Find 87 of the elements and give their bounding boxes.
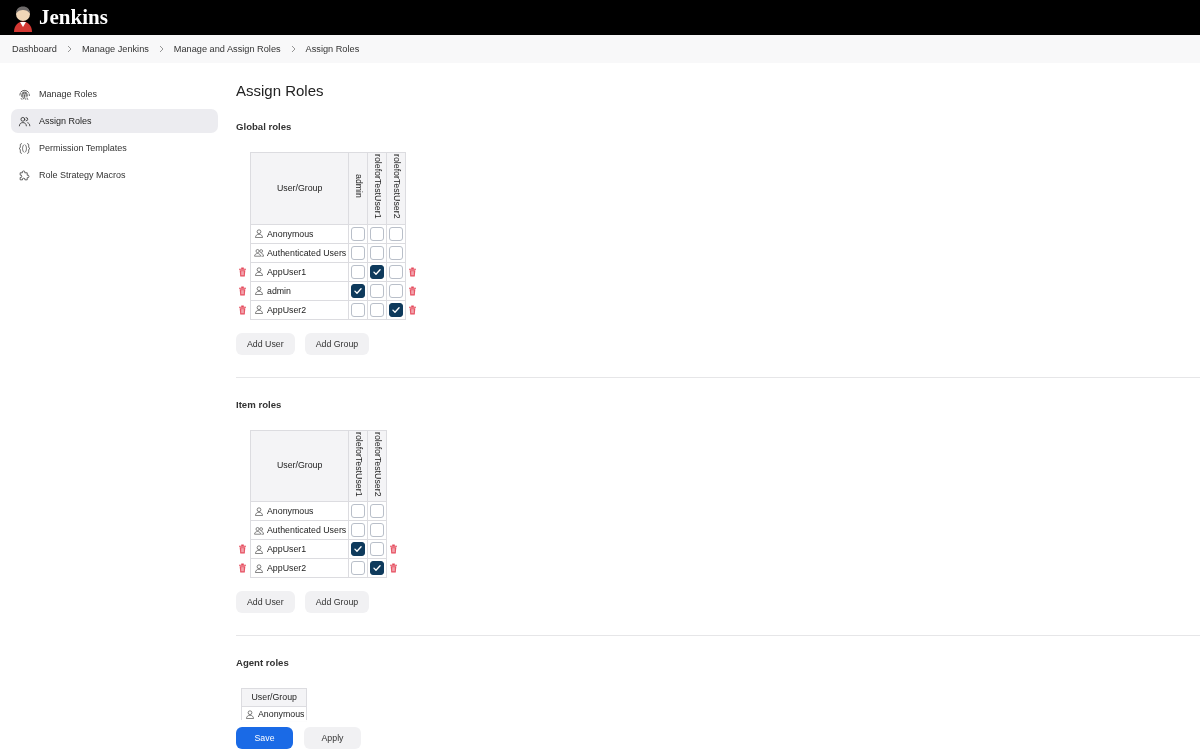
column-header: User/Group	[250, 430, 349, 502]
trash-icon[interactable]	[389, 544, 399, 555]
section-title: Agent roles	[236, 656, 290, 671]
checkbox[interactable]	[370, 264, 385, 279]
add-user-button[interactable]: Add User	[236, 591, 295, 614]
checkbox[interactable]	[389, 302, 404, 317]
section-title: Global roles	[236, 120, 293, 134]
user-name: AppUser1	[267, 543, 307, 556]
checkbox[interactable]	[370, 245, 385, 260]
person-icon	[254, 229, 264, 239]
breadcrumb-link[interactable]: Assign Roles	[305, 44, 360, 54]
checkbox[interactable]	[351, 561, 366, 576]
check-icon	[373, 268, 382, 275]
add-group-button[interactable]: Add Group	[304, 332, 370, 355]
apply-button[interactable]: Apply	[304, 727, 361, 749]
user-name: Authenticated Users	[267, 246, 347, 259]
user-name: AppUser2	[267, 562, 307, 575]
user-name: Anonymous	[258, 708, 305, 721]
check-icon	[373, 565, 382, 572]
checkbox[interactable]	[370, 523, 385, 538]
checkbox[interactable]	[370, 302, 385, 317]
checkbox[interactable]	[370, 226, 385, 241]
breadcrumb-link[interactable]: Manage Jenkins	[81, 44, 149, 54]
trash-icon[interactable]	[238, 563, 247, 574]
trash-icon[interactable]	[389, 563, 399, 574]
checkbox[interactable]	[351, 302, 366, 317]
user-name: AppUser2	[267, 303, 307, 316]
breadcrumb-link[interactable]: Dashboard	[12, 44, 57, 54]
app-title: Jenkins	[39, 5, 108, 30]
trash-icon[interactable]	[408, 266, 418, 277]
trash-icon[interactable]	[238, 544, 247, 555]
trash-icon[interactable]	[238, 285, 247, 296]
sidebar-item[interactable]: Assign Roles	[11, 109, 218, 133]
trash-icon[interactable]	[238, 266, 247, 277]
checkbox[interactable]	[389, 245, 404, 260]
checkbox[interactable]	[389, 283, 404, 298]
checkbox[interactable]	[351, 283, 366, 298]
checkbox[interactable]	[370, 283, 385, 298]
people-icon	[254, 248, 264, 258]
person-icon	[254, 305, 264, 315]
checkbox[interactable]	[389, 264, 404, 279]
checkbox[interactable]	[370, 504, 385, 519]
add-user-button[interactable]: Add User	[236, 332, 295, 355]
person-icon	[254, 286, 264, 296]
people-icon	[18, 114, 31, 128]
chevron-icon	[158, 45, 164, 53]
checkbox[interactable]	[351, 226, 366, 241]
user-name: Anonymous	[267, 505, 314, 518]
checkbox[interactable]	[351, 523, 366, 538]
page-title: Assign Roles	[236, 82, 325, 100]
checkbox[interactable]	[351, 245, 366, 260]
person-icon	[254, 563, 264, 573]
trash-icon[interactable]	[238, 304, 247, 315]
people-icon	[254, 525, 264, 535]
column-header: User/Group	[250, 152, 349, 225]
sidebar-item[interactable]: Manage Roles	[11, 82, 218, 106]
user-name: Authenticated Users	[267, 524, 347, 537]
check-icon	[354, 287, 363, 294]
checkbox[interactable]	[370, 542, 385, 557]
chevron-icon	[290, 45, 296, 53]
chevron-icon	[66, 45, 72, 53]
user-name: admin	[267, 284, 291, 297]
person-icon	[245, 709, 255, 719]
sidebar-item[interactable]: Role Strategy Macros	[11, 163, 218, 187]
person-icon	[254, 267, 264, 277]
checkbox[interactable]	[351, 542, 366, 557]
trash-icon[interactable]	[408, 285, 418, 296]
person-icon	[254, 544, 264, 554]
checkbox[interactable]	[370, 561, 385, 576]
trash-icon[interactable]	[408, 304, 418, 315]
person-icon	[254, 506, 264, 516]
checkbox[interactable]	[351, 504, 366, 519]
check-icon	[392, 306, 401, 313]
checkbox[interactable]	[351, 264, 366, 279]
fingerprint-icon	[18, 87, 31, 101]
user-name: AppUser1	[267, 265, 307, 278]
breadcrumb-link[interactable]: Manage and Assign Roles	[173, 44, 281, 54]
checkbox[interactable]	[389, 226, 404, 241]
save-button[interactable]: Save	[236, 727, 293, 749]
user-name: Anonymous	[267, 227, 314, 240]
sidebar-item[interactable]: Permission Templates	[11, 136, 218, 160]
braces-icon	[18, 141, 31, 155]
check-icon	[354, 546, 363, 553]
column-header: User/Group	[241, 688, 307, 707]
puzzle-icon	[18, 168, 31, 182]
add-group-button[interactable]: Add Group	[304, 591, 370, 614]
section-title: Item roles	[236, 397, 283, 412]
